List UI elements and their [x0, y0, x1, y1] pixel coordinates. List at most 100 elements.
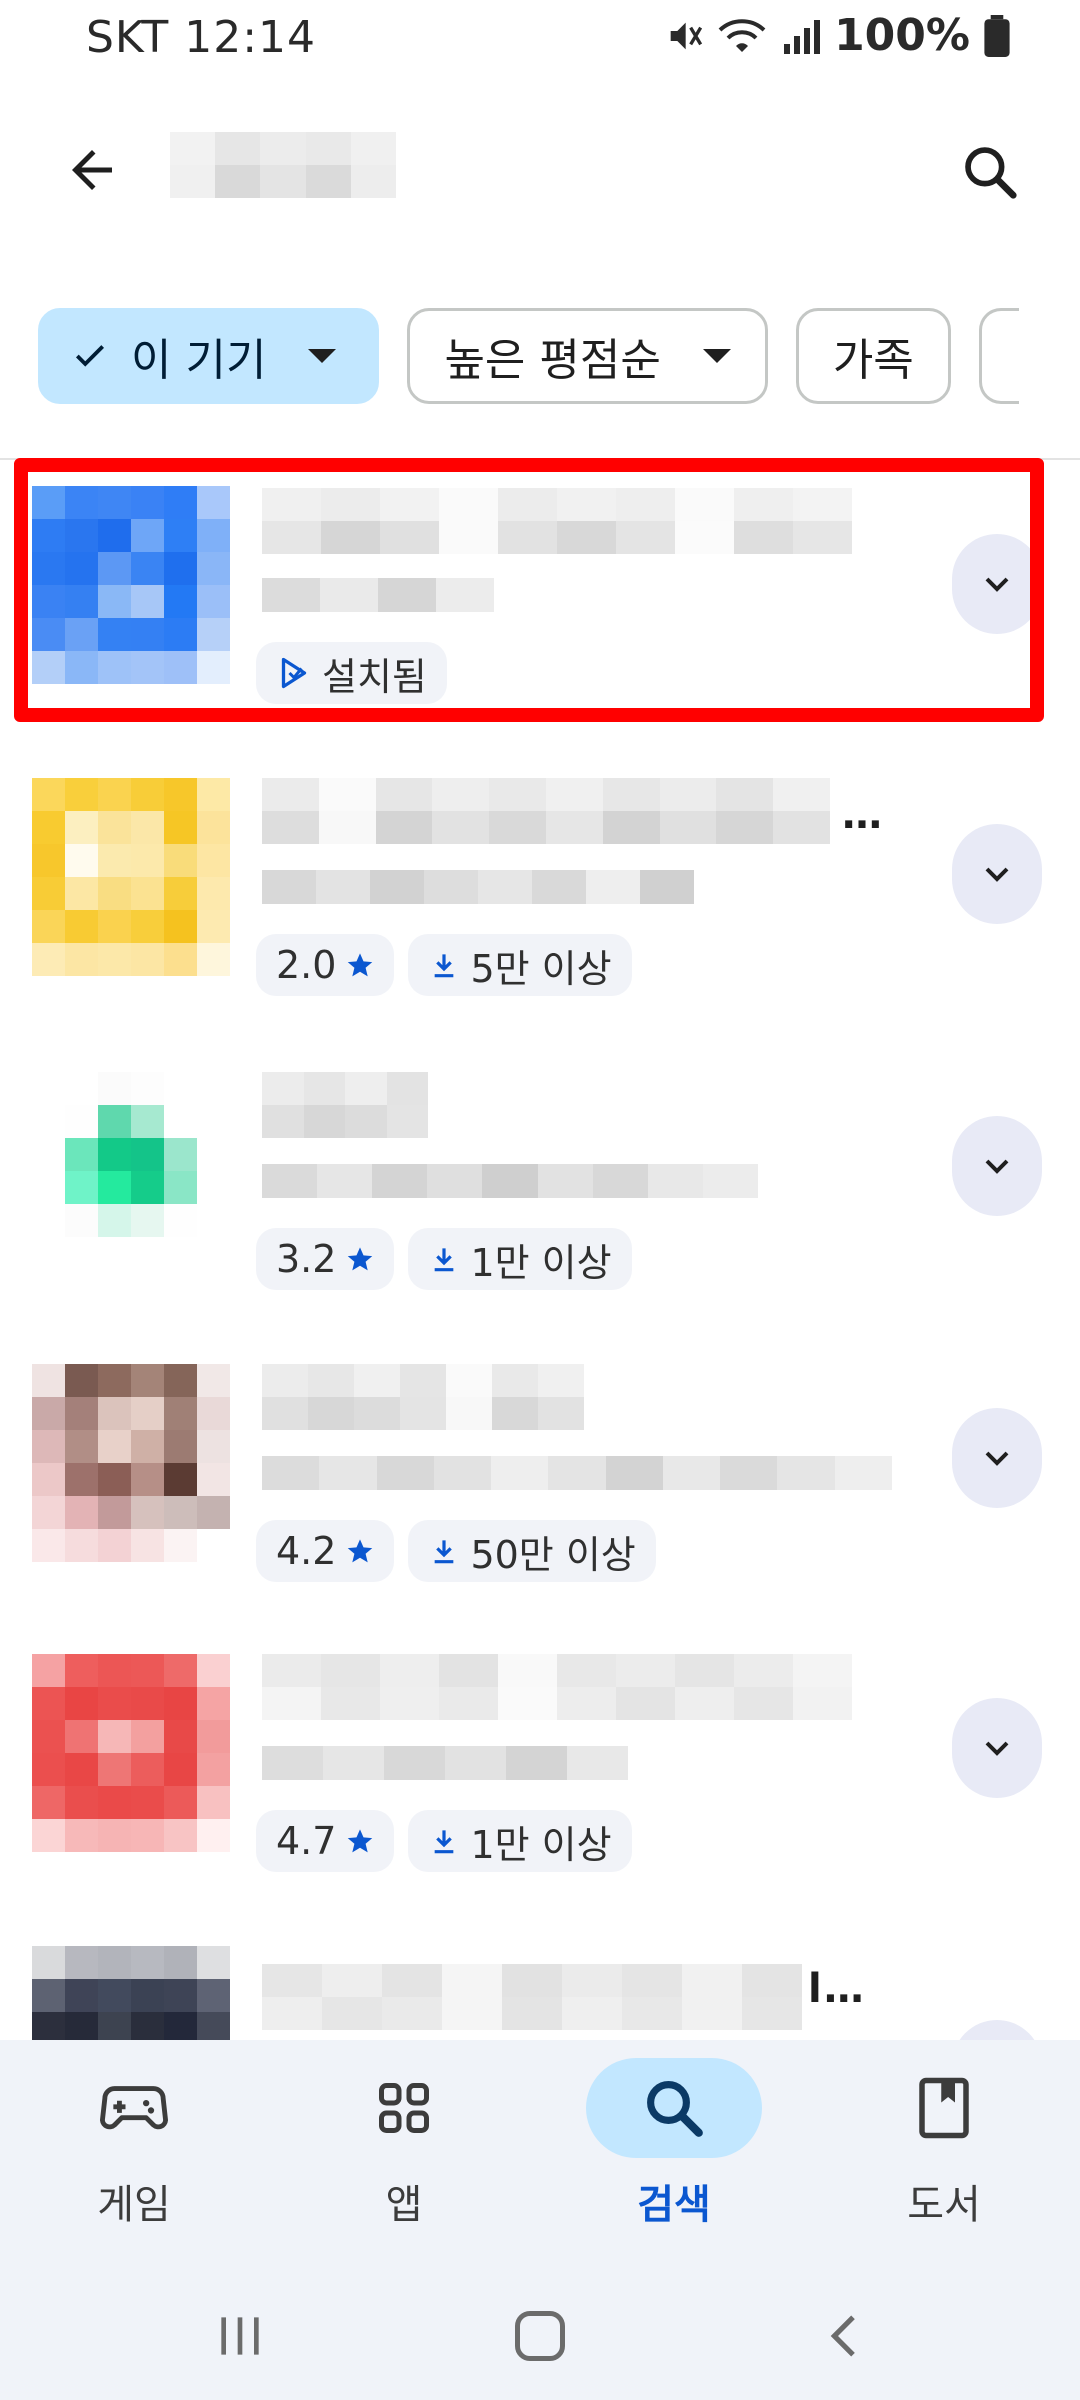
expand-button[interactable]	[952, 1116, 1042, 1216]
rating-value: 2.0	[276, 943, 337, 987]
app-meta: 3.2 1만 이상	[256, 1228, 632, 1290]
chevron-down-icon	[985, 577, 1009, 592]
app-title-redacted	[262, 1654, 852, 1720]
search-query-redacted[interactable]	[170, 132, 396, 198]
check-icon	[75, 345, 105, 367]
list-item[interactable]: … 2.0 5만 이상	[0, 778, 1080, 1028]
app-list: 설치됨 … 2.0 5만 이상 3.2 1만 이상 4.2 50만 이상 4.7…	[0, 462, 1080, 2040]
app-developer-redacted	[262, 578, 494, 612]
nav-item-books[interactable]: 도서	[844, 2058, 1044, 2248]
battery-icon	[984, 14, 1010, 57]
rating-badge: 3.2	[256, 1228, 395, 1290]
home-icon	[515, 2311, 565, 2361]
nav-icon-container	[856, 2058, 1032, 2158]
home-button[interactable]	[500, 2296, 580, 2376]
expand-button[interactable]	[952, 2020, 1042, 2040]
filter-chip-row: 이 기기 높은 평점순 가족	[38, 308, 1080, 410]
arrow-back-icon	[72, 150, 112, 190]
back-chevron-icon	[830, 2315, 855, 2357]
gamepad-icon	[100, 2086, 168, 2130]
bottom-navigation: 게임 앱 검색 도서	[0, 2040, 1080, 2260]
title-ellipsis: …	[842, 792, 884, 838]
apps-grid-icon	[379, 2083, 429, 2133]
expand-button[interactable]	[952, 1698, 1042, 1798]
system-navigation-bar	[0, 2260, 1080, 2400]
system-back-button[interactable]	[806, 2296, 886, 2376]
recents-icon	[221, 2317, 259, 2355]
nav-icon-container	[46, 2058, 222, 2158]
list-item[interactable]: 4.2 50만 이상	[0, 1364, 1080, 1614]
nav-item-apps[interactable]: 앱	[304, 2058, 504, 2248]
nav-item-games[interactable]: 게임	[34, 2058, 234, 2248]
downloads-value: 5만 이상	[470, 946, 612, 991]
app-title-redacted	[262, 1072, 428, 1138]
battery-percent: 100%	[834, 10, 970, 61]
downloads-badge: 1만 이상	[408, 1228, 632, 1290]
app-developer-redacted	[262, 870, 694, 904]
installed-play-icon	[281, 657, 307, 689]
rating-badge: 4.7	[256, 1810, 395, 1872]
status-icons: 100%	[664, 10, 1010, 61]
nav-label: 앱	[385, 2182, 423, 2228]
list-item[interactable]: 4.7 1만 이상	[0, 1654, 1080, 1904]
recents-button[interactable]	[200, 2296, 280, 2376]
title-ellipsis: l…	[808, 1966, 866, 2012]
dropdown-arrow-icon	[308, 349, 337, 363]
nav-item-search[interactable]: 검색	[574, 2058, 774, 2248]
list-item[interactable]: l…	[0, 1946, 1080, 2040]
star-icon	[348, 1539, 373, 1563]
app-developer-redacted	[262, 1456, 892, 1490]
nav-label: 도서	[907, 2182, 981, 2228]
filter-chip-sort[interactable]: 높은 평점순	[407, 308, 768, 404]
filter-chip-label: 높은 평점순	[444, 335, 661, 386]
top-bar	[0, 100, 1080, 240]
rating-value: 4.2	[276, 1529, 337, 1573]
app-icon	[32, 1364, 230, 1562]
download-icon	[435, 1248, 454, 1272]
rating-badge: 4.2	[256, 1520, 395, 1582]
carrier-time: SKT 12:14	[86, 12, 317, 63]
chevron-down-icon	[985, 1159, 1009, 1174]
star-icon	[348, 953, 373, 977]
search-icon	[965, 147, 1017, 199]
rating-badge: 2.0	[256, 934, 395, 996]
list-item[interactable]: 설치됨	[0, 486, 1080, 736]
chevron-down-icon	[985, 867, 1009, 882]
app-meta: 4.7 1만 이상	[256, 1810, 632, 1872]
chevron-down-icon	[985, 1741, 1009, 1756]
signal-icon	[784, 19, 821, 54]
filter-chip-partial[interactable]	[978, 308, 1019, 404]
chevron-down-icon	[985, 1451, 1009, 1466]
filter-chip-family[interactable]: 가족	[795, 308, 951, 404]
nav-label: 게임	[97, 2182, 171, 2228]
app-meta: 4.2 50만 이상	[256, 1520, 656, 1582]
filter-chip-this-device[interactable]: 이 기기	[38, 308, 380, 404]
app-icon	[32, 778, 230, 976]
star-icon	[348, 1247, 373, 1271]
expand-button[interactable]	[952, 534, 1042, 634]
download-icon	[435, 954, 454, 978]
downloads-value: 50만 이상	[470, 1532, 636, 1577]
nav-label: 검색	[637, 2182, 711, 2228]
nav-icon-container	[586, 2058, 762, 2158]
filter-chip-label: 가족	[832, 335, 914, 386]
expand-button[interactable]	[952, 1408, 1042, 1508]
nav-icon-container	[316, 2058, 492, 2158]
installed-badge: 설치됨	[256, 642, 447, 704]
expand-button[interactable]	[952, 824, 1042, 924]
book-icon	[919, 2077, 969, 2139]
back-button[interactable]	[52, 130, 132, 210]
rating-value: 4.7	[276, 1819, 337, 1863]
divider	[0, 458, 1080, 460]
search-button[interactable]	[948, 130, 1032, 214]
downloads-badge: 1만 이상	[408, 1810, 632, 1872]
app-developer-redacted	[262, 1164, 758, 1198]
wifi-icon	[718, 18, 766, 52]
search-icon	[647, 2081, 703, 2137]
app-icon	[32, 486, 230, 684]
list-item[interactable]: 3.2 1만 이상	[0, 1072, 1080, 1322]
mute-vibrate-icon	[670, 22, 703, 49]
rating-value: 3.2	[276, 1237, 337, 1281]
app-icon	[32, 1946, 230, 2040]
app-meta: 설치됨	[256, 642, 447, 704]
